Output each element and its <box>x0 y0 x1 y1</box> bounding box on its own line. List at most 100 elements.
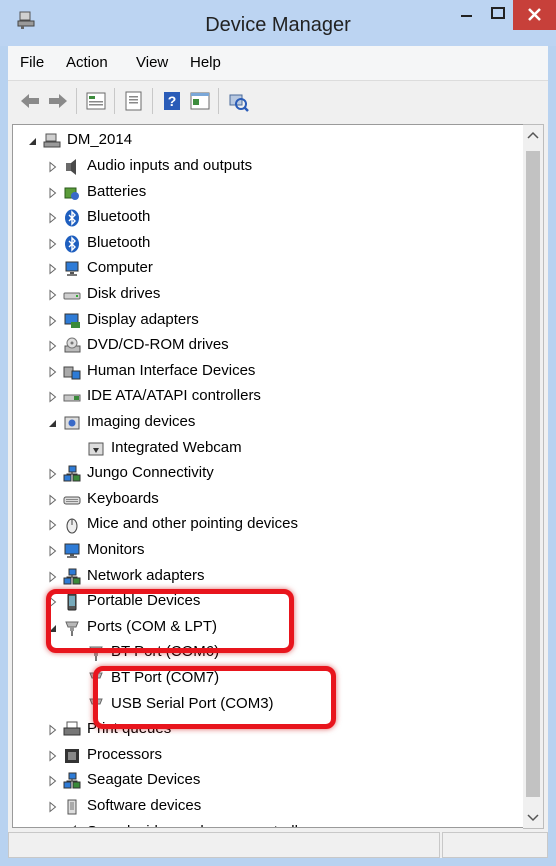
collapsed-triangle-icon[interactable] <box>47 391 59 403</box>
collapsed-triangle-icon[interactable] <box>47 827 59 828</box>
scroll-up-arrow-icon[interactable] <box>523 125 543 147</box>
minimize-button[interactable] <box>452 2 482 28</box>
tree-category-item[interactable]: Software devices <box>13 795 523 819</box>
tree-item-label: Software devices <box>87 797 202 814</box>
tree-category-item[interactable]: Audio inputs and outputs <box>13 155 523 179</box>
menu-action[interactable]: Action <box>66 54 108 71</box>
software-device-icon <box>67 799 77 815</box>
collapsed-triangle-icon[interactable] <box>47 750 59 762</box>
speaker-icon <box>66 159 76 175</box>
status-bar <box>8 830 548 858</box>
menu-help[interactable]: Help <box>190 54 221 71</box>
bluetooth-icon <box>65 235 79 253</box>
printer-icon <box>63 721 81 736</box>
tree-item-label: Batteries <box>87 182 147 200</box>
collapsed-triangle-icon[interactable] <box>47 545 59 557</box>
toolbar-separator <box>218 88 219 114</box>
highlight-ports-box <box>46 589 294 653</box>
vertical-scrollbar[interactable] <box>523 124 544 829</box>
toolbar-separator <box>76 88 77 114</box>
tree-category-item[interactable]: IDE ATA/ATAPI controllers <box>13 385 523 409</box>
tree-category-item[interactable]: Mice and other pointing devices <box>13 513 523 537</box>
collapsed-triangle-icon[interactable] <box>47 571 59 583</box>
menu-file[interactable]: File <box>20 54 44 71</box>
collapsed-triangle-icon[interactable] <box>47 315 59 327</box>
collapsed-triangle-icon[interactable] <box>47 801 59 813</box>
scroll-down-arrow-icon[interactable] <box>523 806 543 828</box>
tree-device-item[interactable]: Integrated Webcam <box>13 437 523 461</box>
help-icon[interactable]: ? <box>160 89 184 113</box>
tree-category-item[interactable]: Human Interface Devices <box>13 360 523 384</box>
collapsed-triangle-icon[interactable] <box>47 468 59 480</box>
tree-category-item[interactable]: Batteries <box>13 181 523 205</box>
tree-category-item[interactable]: Processors <box>13 744 523 768</box>
tree-item-label: Seagate Devices <box>87 771 201 789</box>
maximize-button[interactable] <box>483 2 513 28</box>
hid-icon <box>63 366 81 380</box>
tree-category-item[interactable]: Sound, video and game controllers <box>13 821 523 828</box>
highlight-usb-serial-box <box>93 666 336 729</box>
collapsed-triangle-icon[interactable] <box>47 775 59 787</box>
collapsed-triangle-icon[interactable] <box>47 724 59 736</box>
collapsed-triangle-icon[interactable] <box>47 340 59 352</box>
tree-category-item[interactable]: Display adapters <box>13 309 523 333</box>
close-button[interactable] <box>513 0 556 30</box>
scroll-thumb[interactable] <box>526 151 540 797</box>
expanded-triangle-icon[interactable] <box>47 417 59 429</box>
forward-arrow-icon[interactable] <box>46 89 70 113</box>
camera-icon <box>64 416 80 430</box>
scan-icon[interactable] <box>122 89 146 113</box>
computer-icon <box>43 133 61 148</box>
collapsed-triangle-icon[interactable] <box>47 187 59 199</box>
status-cell <box>8 832 440 858</box>
tree-category-item[interactable]: DVD/CD-ROM drives <box>13 334 523 358</box>
collapsed-triangle-icon[interactable] <box>47 212 59 224</box>
tree-category-item[interactable]: Network adapters <box>13 565 523 589</box>
tree-category-item[interactable]: Keyboards <box>13 488 523 512</box>
keyboard-icon <box>63 496 81 505</box>
client-area: File Action View Help ? DM_2014 Audio in… <box>8 46 548 858</box>
collapsed-triangle-icon[interactable] <box>47 238 59 250</box>
tree-item-label: Display adapters <box>87 310 199 328</box>
tree-item-label: Disk drives <box>87 285 161 302</box>
tree-item-label: Monitors <box>87 541 145 558</box>
update-driver-icon[interactable] <box>226 89 250 113</box>
tree-item-label: Network adapters <box>87 566 205 584</box>
tree-category-item[interactable]: Bluetooth <box>13 206 523 230</box>
monitor-icon <box>64 543 80 558</box>
collapsed-triangle-icon[interactable] <box>47 263 59 275</box>
back-arrow-icon[interactable] <box>18 89 42 113</box>
view-icon[interactable] <box>188 89 212 113</box>
tree-category-item[interactable]: Imaging devices <box>13 411 523 435</box>
tree-category-item[interactable]: Monitors <box>13 539 523 563</box>
tree-item-label: IDE ATA/ATAPI controllers <box>87 387 261 405</box>
title-bar[interactable]: Device Manager <box>0 0 556 46</box>
tree-item-label: Processors <box>87 745 163 763</box>
webcam-icon <box>88 442 104 456</box>
toolbar-separator <box>114 88 115 114</box>
expanded-triangle-icon[interactable] <box>27 135 39 147</box>
status-cell <box>442 832 548 858</box>
tree-root[interactable]: DM_2014 <box>13 129 523 153</box>
collapsed-triangle-icon[interactable] <box>47 366 59 378</box>
tree-item-label: Computer <box>87 259 153 277</box>
menu-bar: File Action View Help <box>8 46 548 81</box>
tree-item-label: Bluetooth <box>87 208 151 226</box>
network-icon <box>63 568 81 585</box>
collapsed-triangle-icon[interactable] <box>47 494 59 506</box>
properties-icon[interactable] <box>84 89 108 113</box>
network-icon <box>63 772 81 789</box>
tree-category-item[interactable]: Seagate Devices <box>13 769 523 793</box>
tree-item-label: Keyboards <box>87 489 159 507</box>
collapsed-triangle-icon[interactable] <box>47 161 59 173</box>
collapsed-triangle-icon[interactable] <box>47 289 59 301</box>
tree-category-item[interactable]: Computer <box>13 257 523 281</box>
tree-item-label: Jungo Connectivity <box>87 464 214 482</box>
tree-category-item[interactable]: Jungo Connectivity <box>13 462 523 486</box>
collapsed-triangle-icon[interactable] <box>47 519 59 531</box>
device-manager-window: Device Manager File Action View Help ? D… <box>0 0 556 866</box>
tree-category-item[interactable]: Bluetooth <box>13 232 523 256</box>
speaker-icon <box>72 824 76 827</box>
tree-category-item[interactable]: Disk drives <box>13 283 523 307</box>
menu-view[interactable]: View <box>136 54 168 71</box>
